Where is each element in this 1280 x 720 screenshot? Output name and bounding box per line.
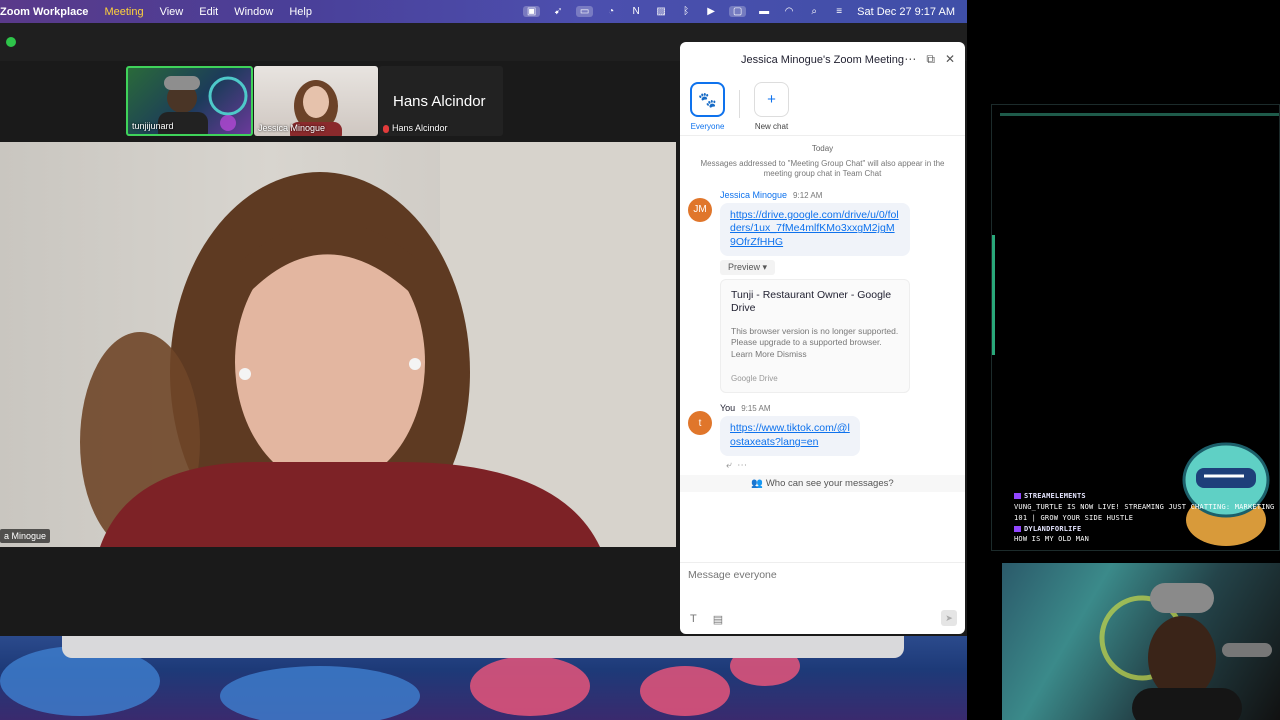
who-can-see-link[interactable]: 👥 Who can see your messages? [680, 474, 965, 492]
participant-name: Hans Alcindor [383, 123, 448, 133]
day-separator: Today [811, 144, 834, 153]
preview-title: Tunji - Restaurant Owner - Google Drive [731, 288, 892, 315]
attach-file-icon[interactable]: ▤ [713, 613, 723, 626]
image-icon[interactable]: ▨ [654, 6, 668, 17]
participant-tile-jessica-minogue[interactable]: Jessica Minogue [254, 66, 378, 136]
message-bubble: https://www.tiktok.com/@lostaxeats?lang=… [720, 416, 860, 456]
more-icon[interactable]: ⋯ [737, 460, 747, 471]
spotlight-search-icon[interactable]: ⌕ [807, 6, 821, 17]
message-time: 9:12 AM [793, 190, 823, 200]
wifi-icon[interactable]: ◠ [782, 6, 796, 17]
message-meta: You 9:15 AM [720, 403, 955, 413]
send-icon: ➤ [945, 612, 953, 623]
message-meta: Jessica Minogue 9:12 AM [720, 190, 955, 200]
reply-icon[interactable]: ⤶ [726, 460, 732, 471]
tab-label: New chat [754, 122, 789, 131]
tab-divider [739, 90, 740, 118]
avatar: JM [688, 197, 712, 222]
tab-label: Everyone [690, 122, 725, 131]
app-menu-zoom-workplace[interactable]: Zoom Workplace [0, 6, 96, 18]
notion-icon[interactable]: N [629, 6, 643, 17]
sender-name: You [720, 403, 736, 414]
streamer-webcam [1002, 563, 1280, 720]
frame-accent [992, 235, 995, 355]
text-format-icon[interactable]: T [690, 613, 697, 626]
stream-chat-message: VUNG_TURTLE IS NOW LIVE! STREAMING JUST … [1014, 502, 1275, 522]
message-actions: ⤶ ⋯ [726, 460, 965, 471]
bluetooth-icon[interactable]: ᛒ [679, 6, 693, 17]
more-options-icon[interactable]: ⋯ [904, 52, 916, 67]
twitch-icon [1014, 493, 1021, 499]
chat-message: JM Jessica Minogue 9:12 AM https://drive.… [680, 190, 965, 394]
menu-help[interactable]: Help [281, 6, 320, 18]
chevron-down-icon: ▾ [762, 261, 768, 272]
participant-name: tunjijunard [132, 121, 174, 131]
menu-window[interactable]: Window [226, 6, 281, 18]
message-link[interactable]: https://drive.google.com/drive/u/0/folde… [730, 209, 899, 248]
chat-header: Jessica Minogue's Zoom Meeting ⋯ ⧉ ✕ [680, 42, 965, 78]
people-icon: 👥 [751, 477, 764, 489]
sender-name[interactable]: Jessica Minogue [720, 190, 787, 200]
menu-bar: Zoom Workplace Meeting View Edit Window … [0, 0, 967, 23]
rocket-icon[interactable]: ➹ [551, 6, 565, 17]
stream-chat-line: STREAMELEMENTS [1014, 491, 1276, 502]
tab-new-chat[interactable]: + New chat [754, 82, 789, 131]
screen-share-icon[interactable]: ▭ [576, 6, 594, 17]
chat-title: Jessica Minogue's Zoom Meeting [741, 54, 904, 66]
webcam-video [1099, 583, 1272, 720]
chat-recipient-tabs: 🐾 Everyone + New chat [680, 78, 965, 136]
message-input[interactable] [688, 569, 948, 581]
stream-chat-message: HOW IS MY OLD MAN [1014, 535, 1090, 544]
control-center-icon[interactable]: ≡ [832, 6, 846, 17]
message-time: 9:15 AM [741, 404, 771, 414]
preview-source: Google Drive [731, 374, 778, 384]
cast-icon[interactable]: ◔ [604, 6, 618, 17]
message-composer: T ▤ ➤ [680, 562, 965, 634]
mic-muted-icon [383, 124, 389, 133]
battery-icon[interactable]: ▬ [757, 6, 771, 17]
chat-panel: Jessica Minogue's Zoom Meeting ⋯ ⧉ ✕ 🐾 E… [680, 42, 965, 634]
pop-out-icon[interactable]: ⧉ [926, 52, 935, 67]
stream-chat-line: DYLANDFORLIFE [1014, 524, 1276, 535]
stream-chat-overlay: STREAMELEMENTS VUNG_TURTLE IS NOW LIVE! … [1014, 491, 1276, 545]
menu-view[interactable]: View [152, 6, 192, 18]
close-icon[interactable]: ✕ [945, 52, 955, 67]
preview-body: This browser version is no longer suppor… [731, 325, 899, 359]
tab-everyone[interactable]: 🐾 Everyone [690, 82, 725, 131]
participant-name: Jessica Minogue [258, 123, 326, 133]
window-bottom-edge [62, 636, 904, 658]
participant-display-name: Hans Alcindor [393, 93, 486, 110]
participant-tile-tunjijunard[interactable]: tunjijunard [126, 66, 253, 136]
speaker-name-label: a Minogue [0, 529, 51, 543]
menu-edit[interactable]: Edit [191, 6, 226, 18]
send-button[interactable]: ➤ [941, 610, 957, 626]
speaker-video-frame [80, 142, 676, 547]
participant-tile-hans-alcindor[interactable]: Hans Alcindor Hans Alcindor [379, 66, 503, 136]
avatar: t [688, 411, 712, 436]
plus-icon: + [754, 82, 789, 117]
link-preview-card[interactable]: Tunji - Restaurant Owner - Google Drive … [720, 278, 910, 394]
twitch-icon [1014, 525, 1021, 532]
menu-bar-clock[interactable]: Sat Dec 27 9:17 AM [857, 6, 955, 18]
screen-mirror-icon[interactable]: ▢ [729, 6, 747, 17]
chat-message: t You 9:15 AM https://www.tiktok.com/@los… [680, 403, 965, 456]
paw-icon: 🐾 [690, 82, 725, 117]
preview-toggle[interactable]: Preview ▾ [720, 259, 776, 275]
zoom-status-icon[interactable]: ▣ [523, 6, 541, 17]
message-bubble: https://drive.google.com/drive/u/0/folde… [720, 202, 910, 256]
group-chat-notice: Messages addressed to "Meeting Group Cha… [700, 159, 945, 179]
screen: Zoom Workplace Meeting View Edit Window … [0, 0, 1280, 720]
message-link[interactable]: https://www.tiktok.com/@lostaxeats?lang=… [730, 422, 850, 448]
window-fullscreen-button[interactable] [6, 37, 16, 47]
play-icon[interactable]: ▶ [704, 6, 718, 17]
active-speaker-video[interactable] [0, 142, 676, 547]
menu-meeting[interactable]: Meeting [96, 6, 151, 18]
